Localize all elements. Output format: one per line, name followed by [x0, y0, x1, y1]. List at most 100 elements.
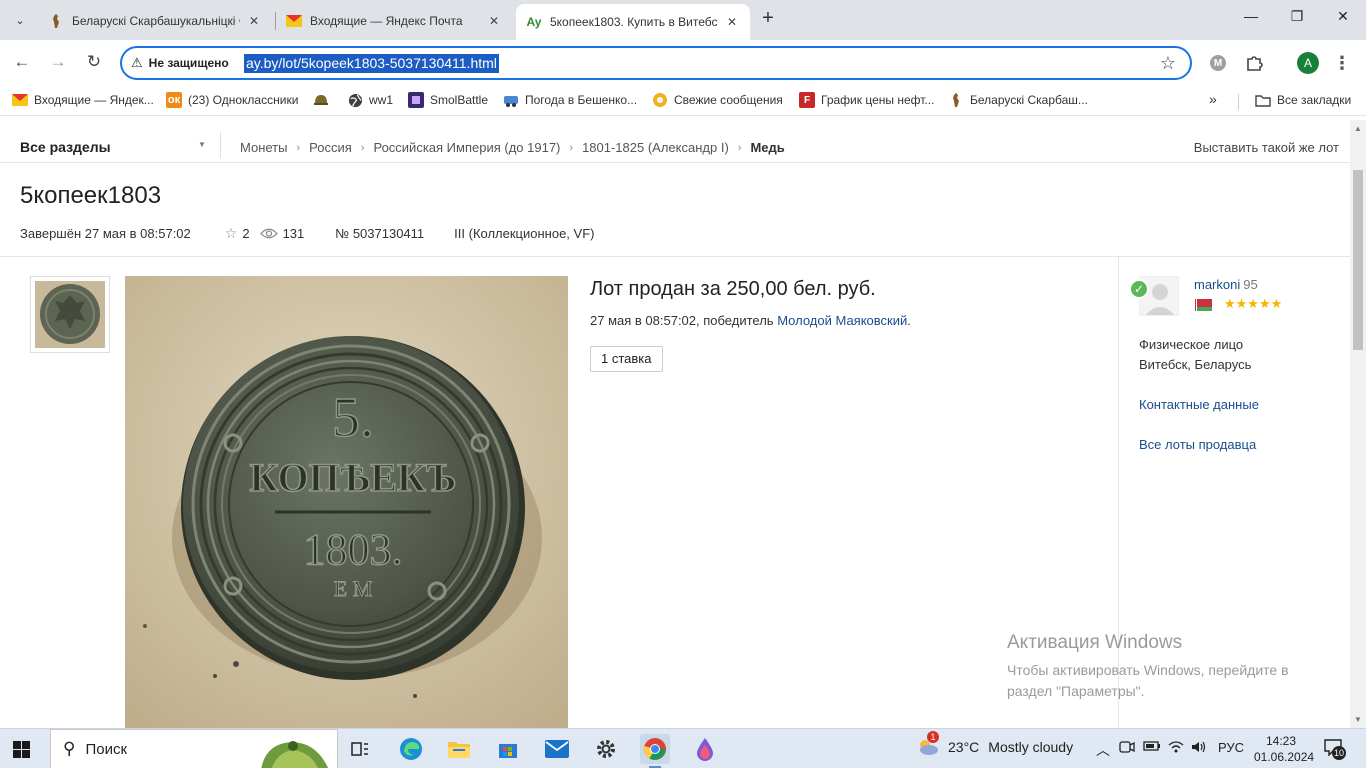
scrollbar-thumb[interactable] [1353, 170, 1363, 350]
windows-start-icon[interactable] [13, 741, 30, 758]
close-icon[interactable]: ✕ [486, 14, 502, 28]
divider [1238, 94, 1239, 110]
ay-favicon-icon: Ay [526, 15, 542, 29]
address-bar[interactable]: ⚠ Не защищено ay.by/lot/5kopeek1803-5037… [120, 46, 1192, 80]
tab-current-lot[interactable]: Ay 5копеек1803. Купить в Витебске ✕ [516, 4, 750, 40]
tab-search-button[interactable]: ⌄ [8, 8, 32, 32]
smolbattle-icon [408, 92, 424, 108]
battery-icon[interactable] [1143, 740, 1161, 755]
minimize-button[interactable]: — [1241, 8, 1261, 28]
bets-button[interactable]: 1 ставка [590, 346, 663, 372]
breadcrumb-current[interactable]: Медь [750, 140, 784, 155]
taskbar-search[interactable]: ⚲ Поиск [50, 729, 338, 768]
all-bookmarks-button[interactable]: Все закладки [1255, 92, 1351, 108]
chevron-up-icon[interactable]: ︿ [1096, 740, 1110, 760]
clock-time: 14:23 [1265, 734, 1297, 748]
bookmark-label: Беларускі Скарбаш... [970, 93, 1088, 107]
wifi-icon[interactable] [1168, 740, 1184, 757]
globe-icon [347, 92, 363, 108]
weather-widget[interactable]: 1 23°C Mostly cloudy [916, 731, 1073, 757]
microsoft-store-icon[interactable] [493, 734, 523, 764]
extensions-button[interactable] [1243, 52, 1265, 74]
forward-button[interactable]: → [47, 52, 69, 74]
watermark-text: Чтобы активировать Windows, перейдите в … [1007, 662, 1289, 699]
back-button[interactable]: ← [11, 52, 33, 74]
category-bar: Все разделы ▼ Монеты › Россия › Российск… [0, 120, 1350, 163]
search-icon: ⚲ [63, 739, 76, 758]
sell-same-lot-link[interactable]: Выставить такой же лот [1194, 140, 1339, 155]
paint-drop-icon[interactable] [690, 734, 720, 764]
close-icon[interactable]: ✕ [246, 14, 262, 28]
security-indicator[interactable]: ⚠ Не защищено [131, 55, 229, 71]
close-icon[interactable]: ✕ [724, 15, 740, 29]
restore-button[interactable]: ❐ [1287, 8, 1307, 28]
bookmark-weather[interactable]: Погода в Бешенко... [503, 92, 637, 108]
bookmark-ww1[interactable]: ww1 [347, 92, 393, 108]
coin-year: 1803. [304, 525, 403, 574]
bookmark-helmet[interactable] [313, 92, 335, 108]
clock-date: 01.06.2024 [1254, 750, 1315, 764]
scroll-down-icon[interactable]: ▼ [1354, 715, 1362, 724]
clock[interactable]: 14:23 01.06.2024 [1254, 733, 1315, 765]
bookmark-fresh-messages[interactable]: Свежие сообщения [652, 92, 783, 108]
menu-button[interactable]: ⋮ [1331, 52, 1353, 74]
bookmark-label: Входящие — Яндек... [34, 93, 154, 107]
more-bookmarks-icon[interactable]: » [1209, 91, 1217, 107]
mail-icon [12, 92, 28, 108]
volume-icon[interactable] [1191, 740, 1207, 757]
lot-condition: III (Коллекционное, VF) [454, 226, 595, 241]
profile-button[interactable]: A [1297, 52, 1319, 74]
bookmark-star-icon[interactable]: ☆ [1160, 53, 1176, 74]
close-window-button[interactable]: ✕ [1333, 8, 1353, 28]
search-highlight-decor-icon [261, 741, 329, 768]
meet-now-icon[interactable] [1119, 740, 1135, 757]
tab-skarbashukalniki[interactable]: Беларускі Скарбашукальніцкі Ф ✕ [38, 6, 272, 36]
reload-button[interactable]: ↻ [83, 52, 105, 74]
profile-m-button[interactable]: M [1207, 52, 1229, 74]
chrome-icon[interactable] [640, 734, 670, 768]
browser-toolbar: ← → ↻ ⚠ Не защищено ay.by/lot/5kopeek180… [0, 40, 1366, 86]
bookmark-label: Все закладки [1277, 93, 1352, 107]
sold-headline: Лот продан за 250,00 бел. руб. [590, 278, 876, 300]
caret-down-icon[interactable]: ▼ [198, 140, 206, 149]
settings-gear-icon[interactable] [591, 734, 621, 764]
winner-link[interactable]: Молодой Маяковский [777, 313, 907, 328]
tab-yandex-mail[interactable]: Входящие — Яндекс Почта ✕ [276, 6, 512, 36]
avatar: A [1297, 52, 1319, 74]
scroll-up-icon[interactable]: ▲ [1354, 124, 1362, 133]
bookmark-yandex-mail[interactable]: Входящие — Яндек... [12, 92, 154, 108]
seller-link[interactable]: markoni [1194, 277, 1240, 292]
favorites-count: 2 [242, 226, 250, 241]
breadcrumb-item[interactable]: Монеты [240, 140, 287, 155]
bookmark-skarbashuk[interactable]: Беларускі Скарбаш... [948, 92, 1088, 108]
all-sections-dropdown[interactable]: Все разделы [20, 139, 111, 155]
seller-lots-link[interactable]: Все лоты продавца [1139, 437, 1256, 452]
seller-type: Физическое лицо [1139, 337, 1244, 352]
bookmark-oil-price[interactable]: F График цены нефт... [799, 92, 934, 108]
coin-denomination: 5. [332, 387, 374, 449]
mail-app-icon[interactable] [542, 734, 572, 764]
task-view-icon[interactable] [345, 734, 375, 764]
star-outline-icon[interactable]: ☆ [225, 225, 238, 242]
url-text[interactable]: ay.by/lot/5kopeek1803-5037130411.html [244, 54, 499, 73]
windows-taskbar: ⚲ Поиск 1 23°C Mostly cloudy ︿ РУС 14:23… [0, 728, 1366, 768]
breadcrumb-item[interactable]: Российская Империя (до 1917) [373, 140, 560, 155]
thumbnail-image[interactable] [30, 276, 110, 353]
bookmark-label: (23) Одноклассники [188, 93, 299, 107]
contacts-link[interactable]: Контактные данные [1139, 397, 1259, 412]
chart-site-icon: F [799, 92, 815, 108]
breadcrumb-item[interactable]: Россия [309, 140, 352, 155]
file-explorer-icon[interactable] [444, 734, 474, 764]
notification-center-icon[interactable]: 10 [1323, 738, 1347, 760]
language-indicator[interactable]: РУС [1218, 740, 1244, 755]
breadcrumb-item[interactable]: 1801-1825 (Александр I) [582, 140, 729, 155]
bookmark-smolbattle[interactable]: SmolBattle [408, 92, 488, 108]
weather-badge: 1 [927, 731, 939, 743]
new-tab-button[interactable]: + [758, 8, 778, 29]
page-scrollbar[interactable]: ▲ ▼ [1350, 120, 1366, 728]
divider [0, 256, 1350, 257]
lot-meta: Завершён 27 мая в 08:57:02 ☆ 2 131 № 503… [20, 225, 594, 242]
edge-icon[interactable] [396, 734, 426, 764]
bookmark-odnoklassniki[interactable]: ок (23) Одноклассники [166, 92, 298, 108]
lot-main-image[interactable]: 5. КОПѢЕКЪ 1803. Е М [125, 276, 568, 728]
